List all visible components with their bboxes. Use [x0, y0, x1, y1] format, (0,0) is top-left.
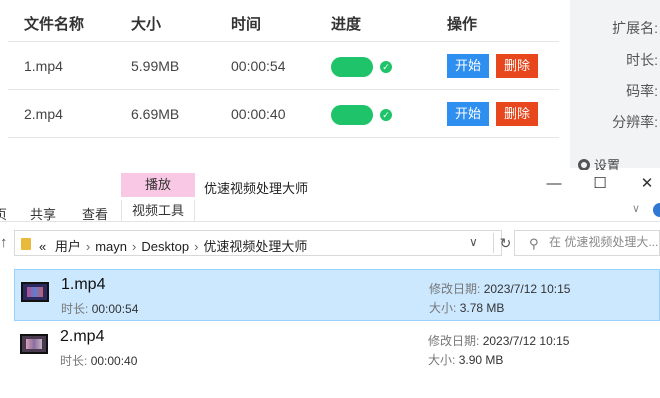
search-input[interactable]: [549, 235, 660, 249]
breadcrumb-item-users[interactable]: 用户: [55, 239, 81, 254]
window-title: 优速视频处理大师: [204, 181, 309, 196]
chevron-down-icon[interactable]: ∨: [469, 235, 478, 249]
row-time: 00:00:40: [231, 106, 286, 122]
video-thumbnail-icon: [21, 282, 49, 302]
progress-toggle[interactable]: [331, 57, 373, 77]
duration-label: 时长:: [626, 52, 658, 68]
check-icon: ✓: [380, 61, 392, 73]
table-header: 文件名称 大小 时间 进度 操作: [8, 0, 559, 42]
table-row: 2.mp4 6.69MB 00:00:40 ✓ 开始 删除: [8, 90, 559, 138]
search-icon: ⚲: [529, 236, 539, 251]
tab-share[interactable]: 共享: [30, 204, 56, 223]
minimize-icon[interactable]: —: [544, 174, 564, 194]
maximize-icon[interactable]: ☐: [590, 174, 610, 194]
list-item[interactable]: 1.mp4 时长: 00:00:54 修改日期: 2023/7/12 10:15…: [14, 269, 660, 321]
file-info-panel: 扩展名: 时长: 码率: 分辨率:: [570, 0, 660, 168]
ext-label: 扩展名:: [612, 20, 658, 36]
breadcrumb-item-mayn[interactable]: mayn: [95, 239, 127, 254]
header-size: 大小: [131, 16, 162, 33]
address-row: ↑ « 用户 › mayn › Desktop › 优速视频处理大师 ∨ ↻ ⚲: [0, 226, 660, 262]
breadcrumb-prefix[interactable]: «: [39, 239, 46, 254]
start-button[interactable]: 开始: [447, 54, 490, 78]
list-item[interactable]: 2.mp4 时长: 00:00:40 修改日期: 2023/7/12 10:15…: [14, 322, 660, 374]
chevron-down-icon[interactable]: ∨: [632, 202, 640, 215]
video-table: 文件名称 大小 时间 进度 操作 1.mp4 5.99MB 00:00:54 ✓…: [8, 0, 559, 138]
delete-button[interactable]: 删除: [496, 54, 539, 78]
file-explorer-window: 播放 优速视频处理大师 — ☐ ✕ 页 共享 查看 视频工具 ∨ ↑ « 用户 ›…: [0, 170, 660, 398]
row-filename: 1.mp4: [24, 58, 63, 74]
bitrate-label: 码率:: [626, 83, 658, 99]
file-size: 大小: 3.90 MB: [428, 353, 504, 367]
progress-toggle[interactable]: [331, 105, 373, 125]
breadcrumb-item-desktop[interactable]: Desktop: [141, 239, 189, 254]
row-time: 00:00:54: [231, 58, 286, 74]
address-bar[interactable]: « 用户 › mayn › Desktop › 优速视频处理大师 ∨ ↻: [14, 230, 511, 256]
row-size: 5.99MB: [131, 58, 180, 74]
breadcrumb-item-folder[interactable]: 优速视频处理大师: [203, 239, 307, 254]
tab-view[interactable]: 查看: [82, 204, 108, 223]
tab-partial[interactable]: 页: [0, 204, 7, 223]
header-time: 时间: [231, 16, 262, 33]
folder-icon: [21, 238, 31, 250]
check-icon: ✓: [380, 109, 392, 121]
video-task-panel: 文件名称 大小 时间 进度 操作 1.mp4 5.99MB 00:00:54 ✓…: [0, 0, 660, 173]
header-actions: 操作: [447, 16, 478, 33]
close-icon[interactable]: ✕: [637, 174, 657, 194]
file-name: 2.mp4: [60, 328, 105, 345]
resolution-label: 分辨率:: [612, 114, 658, 130]
breadcrumb: « 用户 › mayn › Desktop › 优速视频处理大师: [39, 239, 308, 254]
table-row: 1.mp4 5.99MB 00:00:54 ✓ 开始 删除: [8, 42, 559, 90]
up-arrow-icon[interactable]: ↑: [0, 234, 8, 251]
video-thumbnail-icon: [20, 334, 48, 354]
ribbon-tabs: 页 共享 查看 视频工具 ∨: [0, 200, 660, 222]
file-size: 大小: 3.78 MB: [429, 301, 505, 315]
context-tab-play[interactable]: 播放: [121, 173, 195, 197]
help-icon[interactable]: [653, 203, 660, 217]
tab-video-tools[interactable]: 视频工具: [121, 200, 195, 222]
file-duration: 时长: 00:00:54: [61, 302, 139, 316]
header-progress: 进度: [331, 16, 362, 33]
title-bar: 播放 优速视频处理大师 — ☐ ✕: [0, 170, 660, 202]
row-filename: 2.mp4: [24, 106, 63, 122]
file-name: 1.mp4: [61, 276, 106, 293]
file-modified-date: 修改日期: 2023/7/12 10:15: [429, 282, 571, 296]
row-size: 6.69MB: [131, 106, 180, 122]
delete-button[interactable]: 删除: [496, 102, 539, 126]
file-duration: 时长: 00:00:40: [60, 354, 138, 368]
search-box[interactable]: ⚲: [514, 230, 660, 256]
file-modified-date: 修改日期: 2023/7/12 10:15: [428, 334, 570, 348]
start-button[interactable]: 开始: [447, 102, 490, 126]
header-filename: 文件名称: [24, 16, 85, 33]
